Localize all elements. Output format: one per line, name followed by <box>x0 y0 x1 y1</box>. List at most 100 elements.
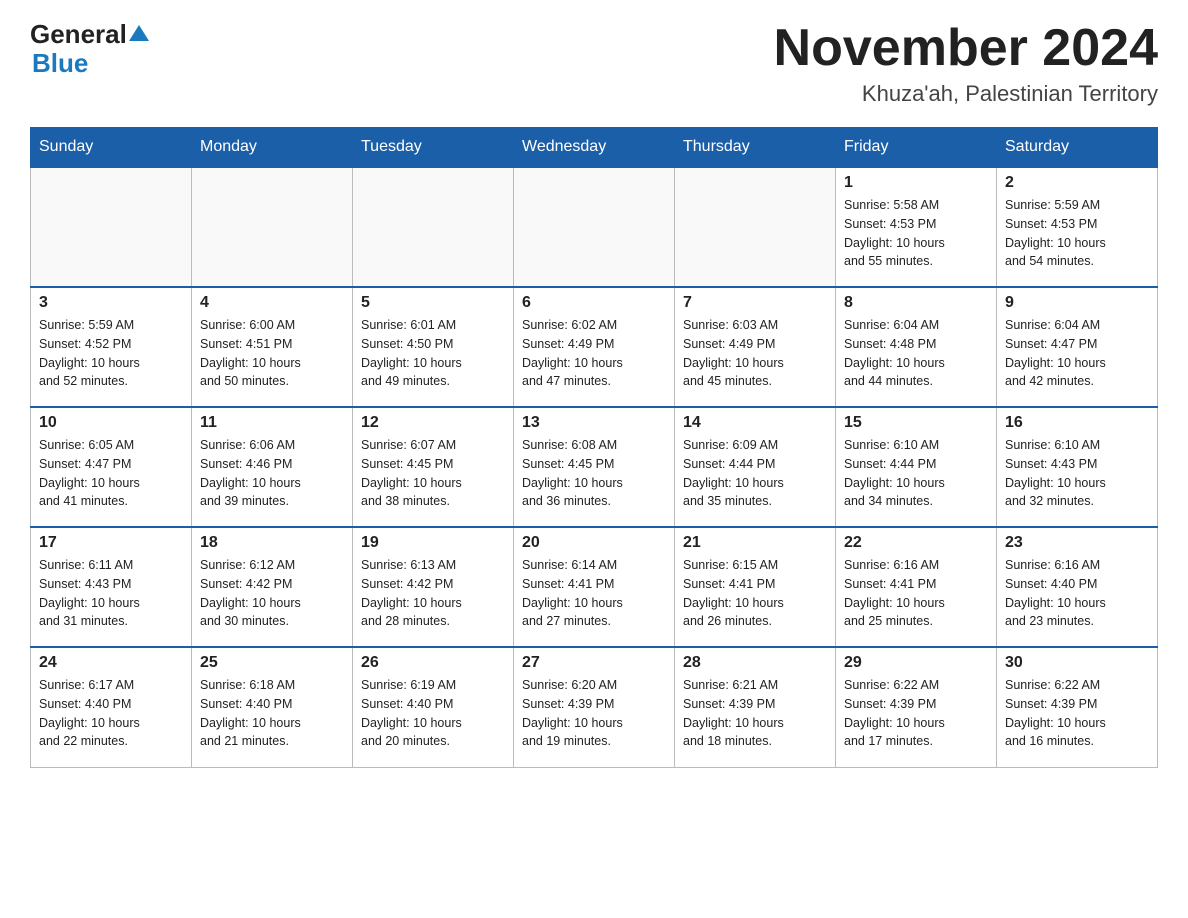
day-info: Sunrise: 6:05 AMSunset: 4:47 PMDaylight:… <box>39 436 183 511</box>
day-number: 2 <box>1005 174 1149 192</box>
calendar-cell: 8 Sunrise: 6:04 AMSunset: 4:48 PMDaylight… <box>836 287 997 407</box>
calendar-cell <box>514 167 675 287</box>
day-info: Sunrise: 6:04 AMSunset: 4:47 PMDaylight:… <box>1005 316 1149 391</box>
day-number: 25 <box>200 654 344 672</box>
calendar-cell: 3Sunrise: 5:59 AMSunset: 4:52 PMDaylight… <box>31 287 192 407</box>
weekday-header-monday: Monday <box>192 128 353 168</box>
day-number: 11 <box>200 414 344 432</box>
day-info: Sunrise: 6:22 AMSunset: 4:39 PMDaylight:… <box>844 676 988 751</box>
day-number: 15 <box>844 414 988 432</box>
day-info: Sunrise: 6:03 AMSunset: 4:49 PMDaylight:… <box>683 316 827 391</box>
calendar-table: SundayMondayTuesdayWednesdayThursdayFrid… <box>30 127 1158 768</box>
day-info: Sunrise: 6:13 AMSunset: 4:42 PMDaylight:… <box>361 556 505 631</box>
day-number: 27 <box>522 654 666 672</box>
day-number: 22 <box>844 534 988 552</box>
day-number: 4 <box>200 294 344 312</box>
weekday-header-friday: Friday <box>836 128 997 168</box>
calendar-cell <box>192 167 353 287</box>
calendar-cell: 16Sunrise: 6:10 AMSunset: 4:43 PMDayligh… <box>997 407 1158 527</box>
calendar-cell <box>353 167 514 287</box>
day-number: 8 <box>844 294 988 312</box>
calendar-cell: 29 Sunrise: 6:22 AMSunset: 4:39 PMDayligh… <box>836 647 997 767</box>
day-number: 20 <box>522 534 666 552</box>
day-info: Sunrise: 6:11 AMSunset: 4:43 PMDaylight:… <box>39 556 183 631</box>
day-number: 6 <box>522 294 666 312</box>
day-info: Sunrise: 6:04 AMSunset: 4:48 PMDaylight:… <box>844 316 988 391</box>
day-info: Sunrise: 6:06 AMSunset: 4:46 PMDaylight:… <box>200 436 344 511</box>
calendar-cell: 12 Sunrise: 6:07 AMSunset: 4:45 PMDayligh… <box>353 407 514 527</box>
day-info: Sunrise: 5:58 AMSunset: 4:53 PMDaylight:… <box>844 196 988 271</box>
weekday-header-thursday: Thursday <box>675 128 836 168</box>
day-number: 21 <box>683 534 827 552</box>
day-info: Sunrise: 6:01 AMSunset: 4:50 PMDaylight:… <box>361 316 505 391</box>
day-number: 12 <box>361 414 505 432</box>
weekday-header-sunday: Sunday <box>31 128 192 168</box>
calendar-cell: 15Sunrise: 6:10 AMSunset: 4:44 PMDayligh… <box>836 407 997 527</box>
calendar-cell: 11 Sunrise: 6:06 AMSunset: 4:46 PMDayligh… <box>192 407 353 527</box>
calendar-cell: 23Sunrise: 6:16 AMSunset: 4:40 PMDayligh… <box>997 527 1158 647</box>
logo-icon <box>128 23 150 45</box>
day-info: Sunrise: 6:22 AMSunset: 4:39 PMDaylight:… <box>1005 676 1149 751</box>
day-info: Sunrise: 6:14 AMSunset: 4:41 PMDaylight:… <box>522 556 666 631</box>
weekday-header-tuesday: Tuesday <box>353 128 514 168</box>
calendar-cell: 19 Sunrise: 6:13 AMSunset: 4:42 PMDayligh… <box>353 527 514 647</box>
day-info: Sunrise: 6:00 AMSunset: 4:51 PMDaylight:… <box>200 316 344 391</box>
day-number: 5 <box>361 294 505 312</box>
weekday-header-wednesday: Wednesday <box>514 128 675 168</box>
day-info: Sunrise: 6:02 AMSunset: 4:49 PMDaylight:… <box>522 316 666 391</box>
day-number: 10 <box>39 414 183 432</box>
title-section: November 2024 Khuza'ah, Palestinian Terr… <box>774 20 1158 107</box>
day-number: 19 <box>361 534 505 552</box>
calendar-cell: 25 Sunrise: 6:18 AMSunset: 4:40 PMDayligh… <box>192 647 353 767</box>
day-info: Sunrise: 6:07 AMSunset: 4:45 PMDaylight:… <box>361 436 505 511</box>
day-number: 16 <box>1005 414 1149 432</box>
calendar-cell: 18Sunrise: 6:12 AMSunset: 4:42 PMDayligh… <box>192 527 353 647</box>
calendar-cell: 10 Sunrise: 6:05 AMSunset: 4:47 PMDayligh… <box>31 407 192 527</box>
calendar-cell: 14 Sunrise: 6:09 AMSunset: 4:44 PMDayligh… <box>675 407 836 527</box>
calendar-cell: 1Sunrise: 5:58 AMSunset: 4:53 PMDaylight… <box>836 167 997 287</box>
weekday-header-saturday: Saturday <box>997 128 1158 168</box>
day-info: Sunrise: 6:09 AMSunset: 4:44 PMDaylight:… <box>683 436 827 511</box>
day-info: Sunrise: 6:17 AMSunset: 4:40 PMDaylight:… <box>39 676 183 751</box>
calendar-cell: 22 Sunrise: 6:16 AMSunset: 4:41 PMDayligh… <box>836 527 997 647</box>
day-info: Sunrise: 5:59 AMSunset: 4:53 PMDaylight:… <box>1005 196 1149 271</box>
week-row-3: 10 Sunrise: 6:05 AMSunset: 4:47 PMDayligh… <box>31 407 1158 527</box>
week-row-4: 17 Sunrise: 6:11 AMSunset: 4:43 PMDayligh… <box>31 527 1158 647</box>
day-number: 30 <box>1005 654 1149 672</box>
day-number: 9 <box>1005 294 1149 312</box>
calendar-cell: 9 Sunrise: 6:04 AMSunset: 4:47 PMDaylight… <box>997 287 1158 407</box>
day-number: 18 <box>200 534 344 552</box>
logo: General Blue <box>30 20 151 77</box>
day-number: 26 <box>361 654 505 672</box>
page-header: General Blue November 2024 Khuza'ah, Pal… <box>30 20 1158 107</box>
day-number: 17 <box>39 534 183 552</box>
calendar-cell: 5 Sunrise: 6:01 AMSunset: 4:50 PMDaylight… <box>353 287 514 407</box>
calendar-cell: 4 Sunrise: 6:00 AMSunset: 4:51 PMDaylight… <box>192 287 353 407</box>
day-info: Sunrise: 6:15 AMSunset: 4:41 PMDaylight:… <box>683 556 827 631</box>
day-info: Sunrise: 6:20 AMSunset: 4:39 PMDaylight:… <box>522 676 666 751</box>
calendar-cell: 13Sunrise: 6:08 AMSunset: 4:45 PMDayligh… <box>514 407 675 527</box>
day-info: Sunrise: 6:21 AMSunset: 4:39 PMDaylight:… <box>683 676 827 751</box>
calendar-cell: 7 Sunrise: 6:03 AMSunset: 4:49 PMDaylight… <box>675 287 836 407</box>
logo-general: General <box>30 20 127 49</box>
calendar-cell: 6 Sunrise: 6:02 AMSunset: 4:49 PMDaylight… <box>514 287 675 407</box>
week-row-2: 3Sunrise: 5:59 AMSunset: 4:52 PMDaylight… <box>31 287 1158 407</box>
calendar-cell: 27 Sunrise: 6:20 AMSunset: 4:39 PMDayligh… <box>514 647 675 767</box>
calendar-cell: 26Sunrise: 6:19 AMSunset: 4:40 PMDayligh… <box>353 647 514 767</box>
day-info: Sunrise: 6:08 AMSunset: 4:45 PMDaylight:… <box>522 436 666 511</box>
location-title: Khuza'ah, Palestinian Territory <box>774 81 1158 107</box>
day-number: 29 <box>844 654 988 672</box>
day-number: 7 <box>683 294 827 312</box>
day-number: 3 <box>39 294 183 312</box>
logo-blue: Blue <box>32 48 88 78</box>
calendar-cell: 28Sunrise: 6:21 AMSunset: 4:39 PMDayligh… <box>675 647 836 767</box>
day-info: Sunrise: 6:18 AMSunset: 4:40 PMDaylight:… <box>200 676 344 751</box>
day-number: 14 <box>683 414 827 432</box>
calendar-cell: 21 Sunrise: 6:15 AMSunset: 4:41 PMDayligh… <box>675 527 836 647</box>
calendar-cell: 24 Sunrise: 6:17 AMSunset: 4:40 PMDayligh… <box>31 647 192 767</box>
day-info: Sunrise: 6:16 AMSunset: 4:41 PMDaylight:… <box>844 556 988 631</box>
day-number: 24 <box>39 654 183 672</box>
calendar-cell: 30 Sunrise: 6:22 AMSunset: 4:39 PMDayligh… <box>997 647 1158 767</box>
calendar-cell: 17 Sunrise: 6:11 AMSunset: 4:43 PMDayligh… <box>31 527 192 647</box>
week-row-1: 1Sunrise: 5:58 AMSunset: 4:53 PMDaylight… <box>31 167 1158 287</box>
